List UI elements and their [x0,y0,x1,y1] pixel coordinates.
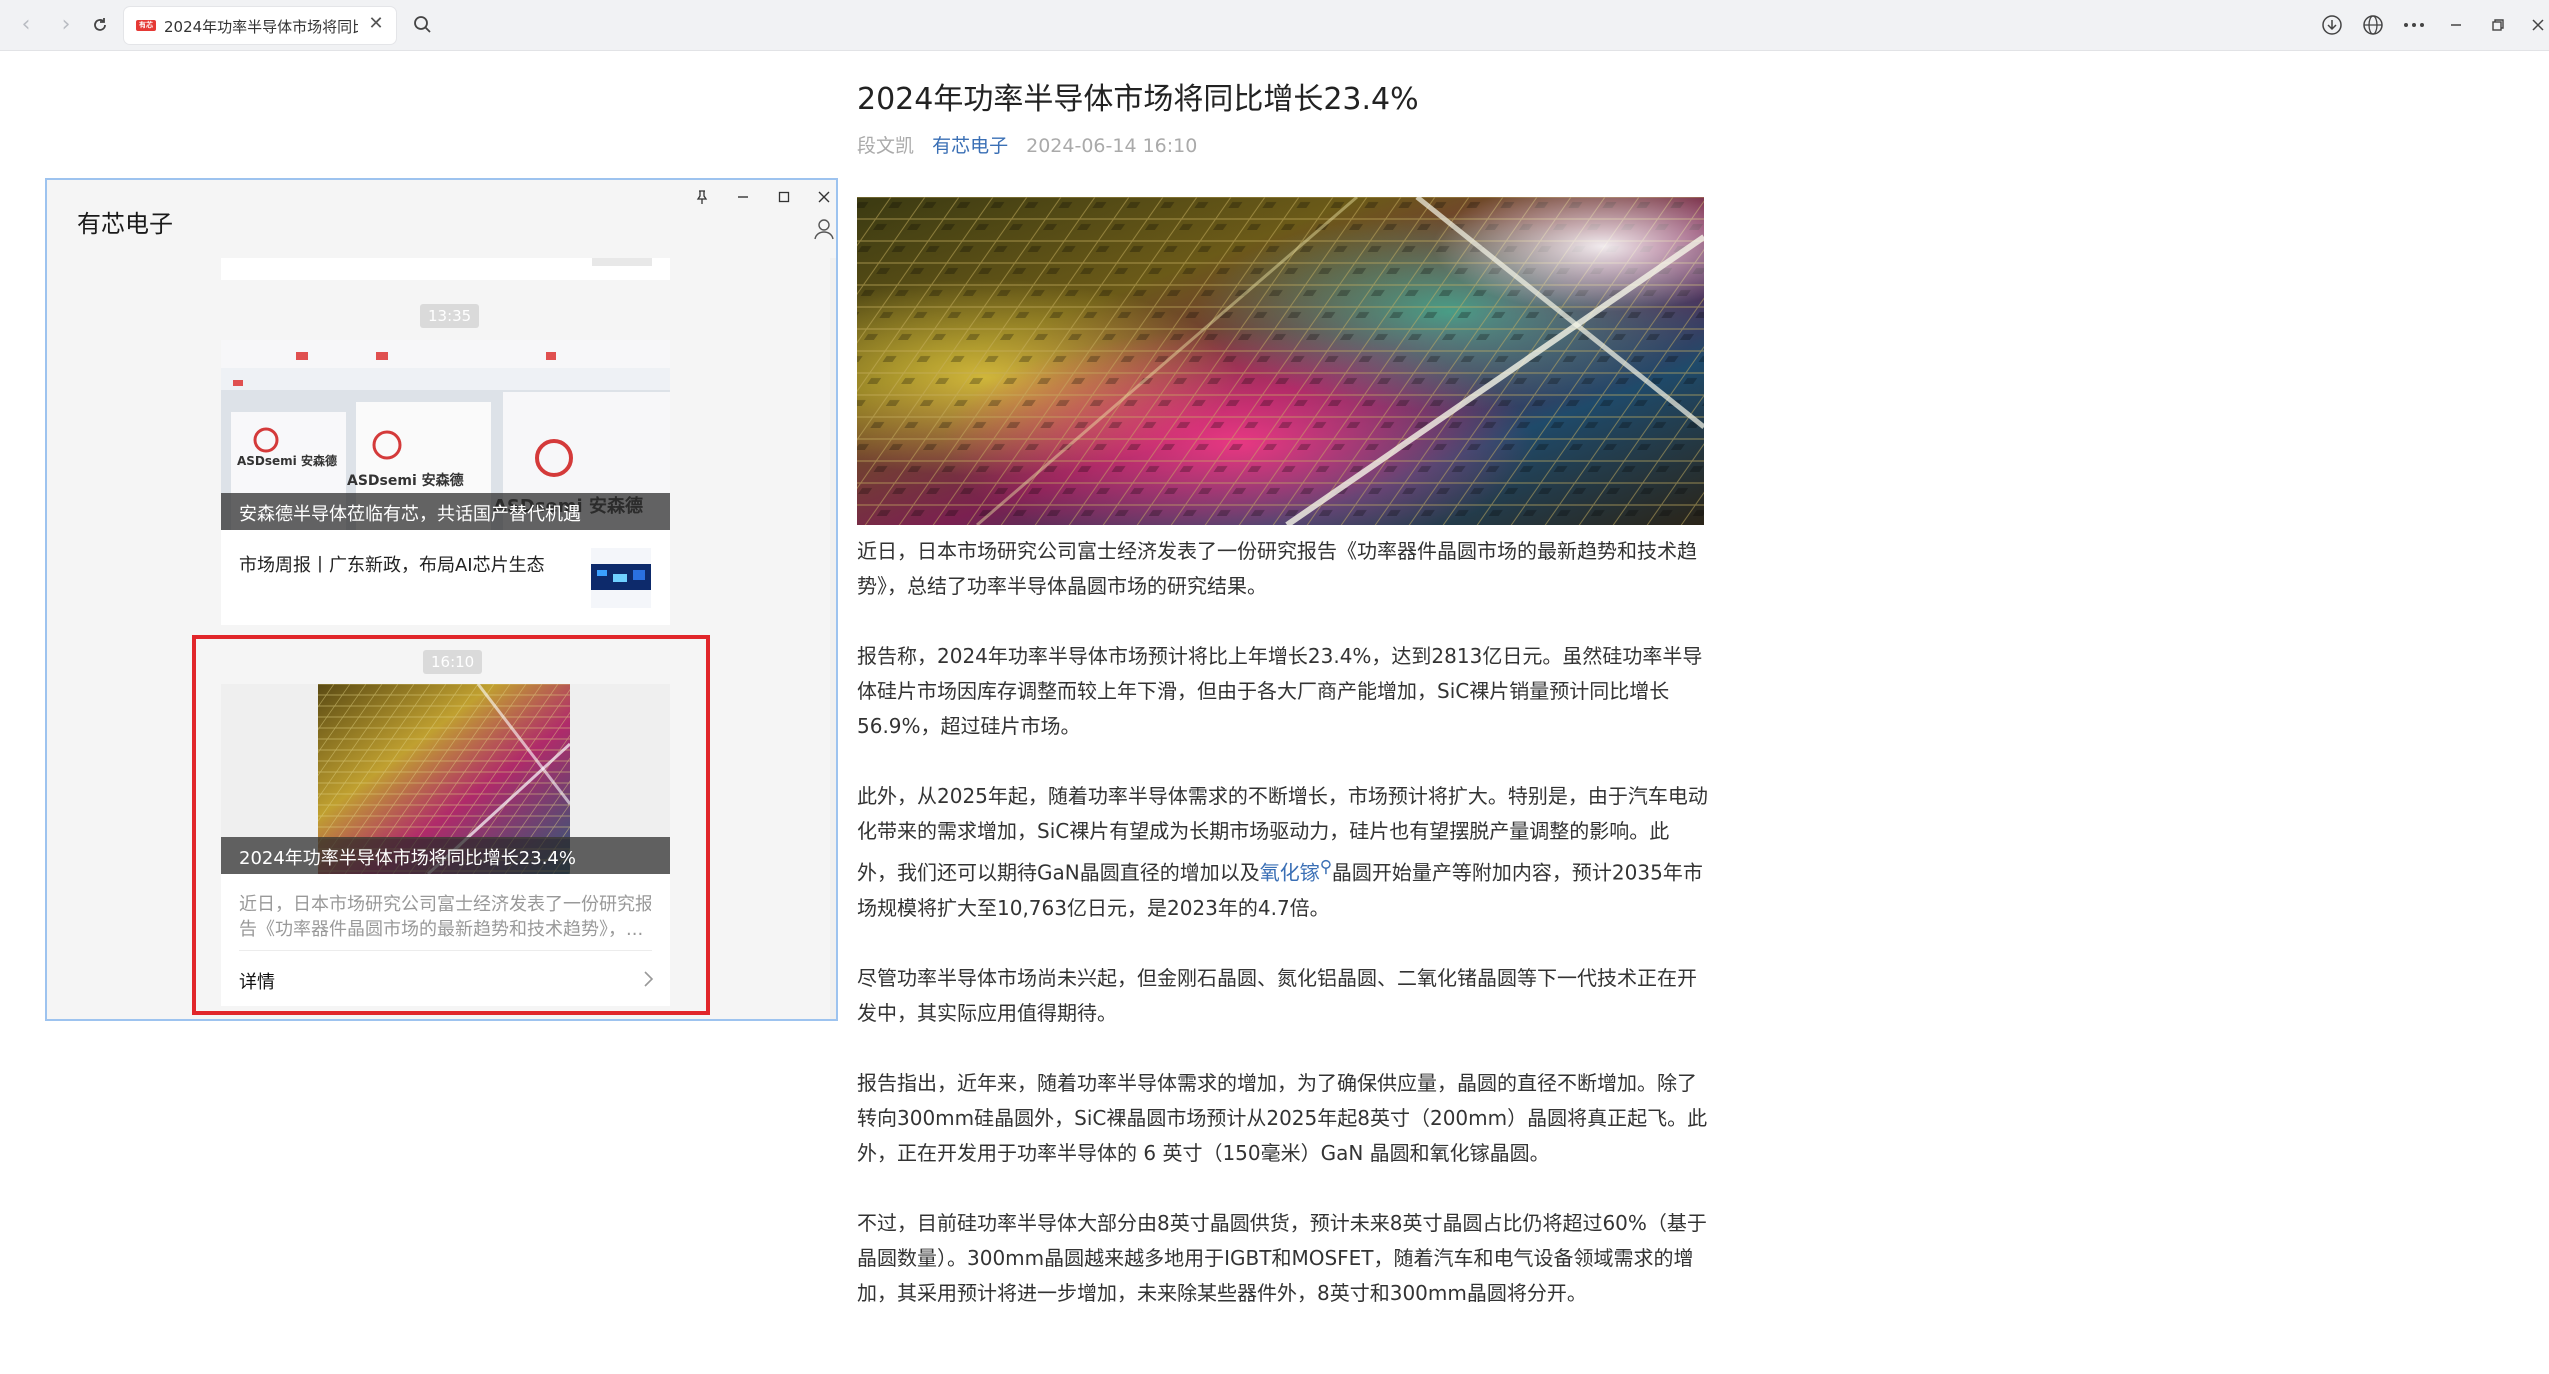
search-icon[interactable] [410,12,436,38]
gallium-oxide-link[interactable]: 氧化镓 [1260,861,1320,885]
cover-logo-text: ASDsemi 安森德 [347,473,464,489]
popup-close-icon[interactable] [809,182,839,212]
message-card-selected[interactable]: 2024年功率半导体市场将同比增长23.4% 近日，日本市场研究公司富士经济发表… [221,684,670,1006]
article-meta: 段文凯 有芯电子 2024-06-14 16:10 [857,131,1209,157]
message-timestamp: 13:35 [420,304,480,328]
row-thumbnail [592,258,652,266]
link-search-icon[interactable]: ⚲ [1320,857,1332,876]
article-paragraph: 近日，日本市场研究公司富士经济发表了一份研究报告《功率器件晶圆市场的最新趋势和技… [857,539,1697,598]
article-paragraph: 不过，目前硅功率半导体大部分由8英寸晶圆供货，预计未来8英寸晶圆占比仍将超过60… [857,1210,1707,1305]
cover-caption-bar: 2024年功率半导体市场将同比增长23.4% [221,837,670,874]
popup-maximize-icon[interactable] [769,182,799,212]
article-title: 2024年功率半导体市场将同比增长23.4% [857,82,1419,117]
digest-line: 近日，日本市场研究公司富士经济发表了一份研究报 [239,894,651,915]
minimize-icon[interactable] [2442,12,2470,38]
cover-image[interactable]: ASDsemi 安森德 ASDsemi 安森德 ASDsemi 安森德 安森德半… [221,340,670,530]
cover-image[interactable]: 2024年功率半导体市场将同比增长23.4% [221,684,670,874]
cover-caption: 2024年功率半导体市场将同比增长23.4% [239,848,576,869]
message-card[interactable]: ASDsemi 安森德 ASDsemi 安森德 ASDsemi 安森德 安森德半… [221,340,670,625]
digest-line: 告《功率器件晶圆市场的最新趋势和技术趋势》，... [239,919,644,940]
article-hero-image [857,197,1704,525]
message-timestamp: 16:10 [423,650,483,674]
article-paragraph: 此外，从2025年起，随着功率半导体需求的不断增长，市场预计将扩大。特别是，由于… [857,779,1709,926]
forward-icon[interactable]: › [52,11,80,39]
article-paragraph: 尽管功率半导体市场尚未兴起，但金刚石晶圆、氮化铝晶圆、二氧化锗晶圆等下一代技术正… [857,965,1697,1025]
chevron-right-icon[interactable] [642,968,656,990]
globe-icon[interactable] [2359,12,2387,38]
close-icon[interactable] [2524,12,2549,38]
divider [239,950,652,951]
reload-icon[interactable] [86,11,114,39]
tab-favicon-icon: 有芯 [136,20,156,31]
pin-icon[interactable] [687,182,717,212]
user-profile-icon[interactable] [813,218,835,240]
article-row-title[interactable]: 市场周报丨广东新政，布局AI芯片生态 [239,551,545,577]
article-paragraph: 报告指出，近年来，随着功率半导体需求的增加，为了确保供应量，晶圆的直径不断增加。… [857,1070,1708,1165]
article-paragraph: 报告称，2024年功率半导体市场预计将比上年增长23.4%，达到2813亿日元。… [857,644,1703,738]
browser-tab[interactable]: 有芯 2024年功率半导体市场将同比增长23.4% ✕ [124,7,396,44]
article-digest[interactable]: 近日，日本市场研究公司富士经济发表了一份研究报 告《功率器件晶圆市场的最新趋势和… [239,892,651,942]
feed-scrollbar[interactable] [830,258,836,1019]
popup-header: 有芯电子 [47,180,836,258]
download-icon[interactable] [2318,12,2346,38]
cover-caption: 安森德半导体莅临有芯，共话国产替代机遇 [239,504,581,525]
details-link[interactable]: 详情 [239,968,275,994]
more-icon[interactable] [2400,12,2428,38]
article-source-link[interactable]: 有芯电子 [932,135,1008,157]
popup-title: 有芯电子 [77,210,173,238]
article-body: 近日，日本市场研究公司富士经济发表了一份研究报告《功率器件晶圆市场的最新趋势和技… [857,534,1709,1346]
restore-icon[interactable] [2484,12,2512,38]
article-date: 2024-06-14 16:10 [1026,135,1198,157]
cover-caption-bar: 安森德半导体莅临有芯，共话国产替代机遇 [221,493,670,530]
message-card[interactable] [221,258,670,280]
browser-toolbar: ‹ › 有芯 2024年功率半导体市场将同比增长23.4% ✕ [0,0,2549,51]
article-author: 段文凯 [857,135,915,157]
row-thumbnail[interactable] [591,548,651,608]
tab-close-icon[interactable]: ✕ [366,14,386,34]
back-icon[interactable]: ‹ [12,11,40,39]
tab-title: 2024年功率半导体市场将同比增长23.4% [164,18,358,36]
message-feed[interactable]: 13:35 ASDsemi 安森德 ASDsemi 安森德 安森德半导体莅临有芯… [47,258,836,1019]
account-popup-window: 有芯电子 13:35 ASDsemi 安森德 ASDsemi 安森德 安森德半导… [45,178,838,1021]
cover-logo-text: ASDsemi 安森德 [237,454,337,468]
popup-minimize-icon[interactable] [728,182,758,212]
